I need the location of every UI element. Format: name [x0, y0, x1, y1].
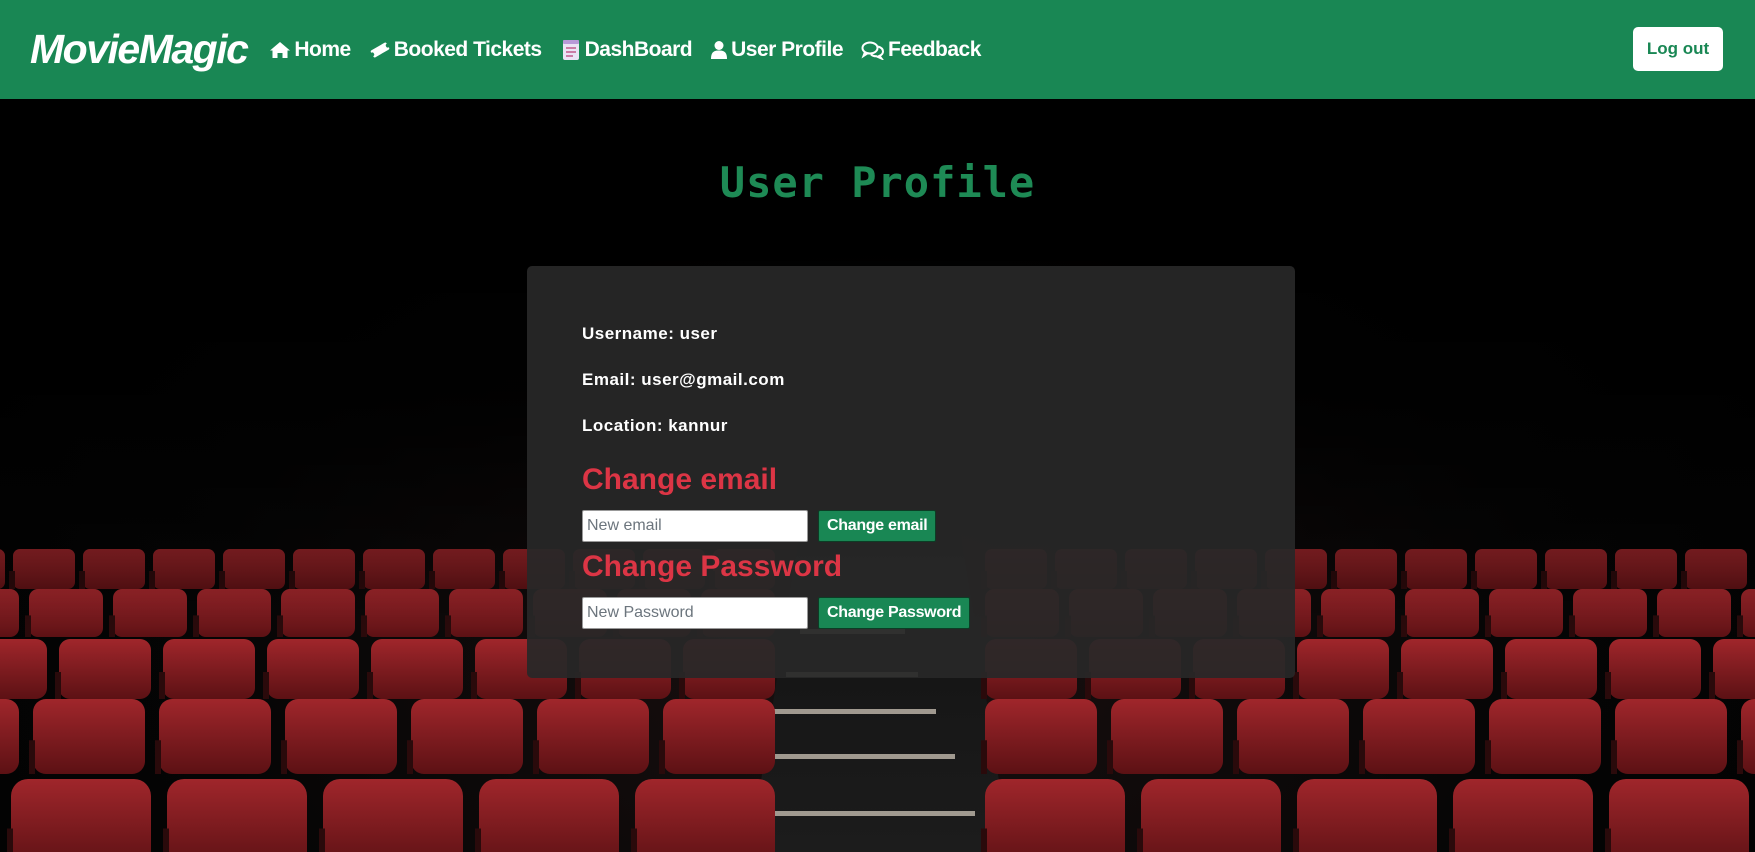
change-password-form: Change Password [582, 595, 1295, 630]
change-email-form: Change email [582, 508, 1295, 543]
top-navbar: MovieMagic Home Booked Tickets DashBoard… [0, 0, 1755, 99]
nav-links: Home Booked Tickets DashBoard User Profi… [269, 38, 999, 62]
nav-link-dashboard[interactable]: DashBoard [560, 38, 693, 62]
new-password-input[interactable] [582, 596, 808, 629]
new-email-input[interactable] [582, 509, 808, 542]
chat-bubbles-icon [861, 40, 885, 60]
nav-link-user-profile[interactable]: User Profile [710, 37, 844, 62]
username-text: Username: user [582, 324, 718, 343]
email-text: Email: user@gmail.com [582, 370, 785, 389]
page-title: User Profile [719, 158, 1036, 207]
profile-card: Username: user Email: user@gmail.com Loc… [527, 266, 1295, 678]
nav-link-label: Feedback [888, 37, 981, 61]
change-email-button[interactable]: Change email [818, 509, 937, 542]
change-email-heading: Change email [582, 463, 778, 496]
change-password-heading: Change Password [582, 550, 843, 583]
nav-link-label: User Profile [731, 37, 844, 61]
nav-link-home[interactable]: Home [269, 37, 351, 62]
nav-link-label: Booked Tickets [393, 37, 542, 61]
ticket-icon [369, 42, 391, 58]
change-password-button[interactable]: Change Password [818, 596, 971, 629]
notepad-icon [560, 38, 582, 62]
nav-link-feedback[interactable]: Feedback [861, 38, 981, 62]
nav-link-label: Home [294, 37, 351, 61]
nav-link-booked-tickets[interactable]: Booked Tickets [369, 38, 542, 62]
user-icon [710, 40, 728, 60]
brand-logo[interactable]: MovieMagic [30, 26, 249, 73]
logout-button[interactable]: Log out [1633, 27, 1723, 71]
location-text: Location: kannur [582, 416, 728, 435]
home-icon [269, 41, 291, 59]
nav-link-label: DashBoard [584, 37, 693, 61]
